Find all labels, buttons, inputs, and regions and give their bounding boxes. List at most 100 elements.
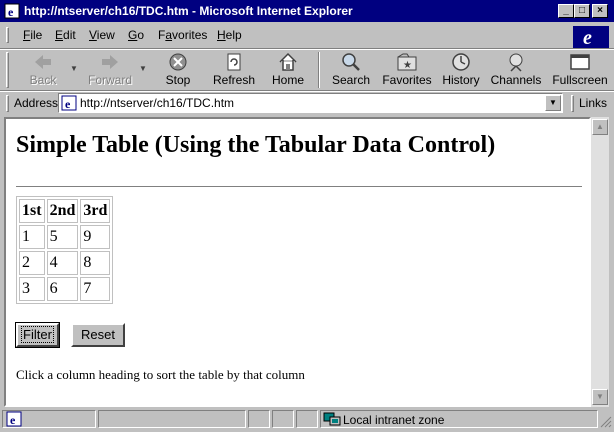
forward-dropdown-icon[interactable]: ▼	[139, 64, 147, 73]
refresh-button[interactable]: Refresh	[204, 52, 264, 92]
maximize-button[interactable]: □	[574, 4, 590, 18]
address-label: Address	[14, 96, 59, 110]
vertical-scrollbar[interactable]	[591, 117, 609, 407]
status-pane-offline	[248, 410, 270, 428]
scroll-down-arrow-icon: ▼	[596, 392, 604, 401]
menu-favorites[interactable]: Favorites	[158, 28, 207, 42]
svg-text:e: e	[65, 97, 71, 111]
column-header-1st[interactable]: 1st	[19, 199, 45, 223]
back-arrow-icon	[35, 55, 51, 69]
address-divider	[0, 90, 614, 92]
search-button[interactable]: Search	[321, 52, 381, 92]
favorites-folder-icon: ★	[397, 53, 417, 71]
table-cell: 2	[19, 251, 45, 275]
data-table: 1st 2nd 3rd 1 5 9 2 4 8 3 6 7	[16, 196, 114, 304]
menu-help[interactable]: Help	[217, 28, 242, 42]
refresh-label: Refresh	[212, 73, 256, 87]
ie-page-icon: e	[4, 3, 20, 19]
table-header-row: 1st 2nd 3rd	[19, 199, 111, 223]
back-label: Back	[29, 73, 57, 87]
page-title: Simple Table (Using the Tabular Data Con…	[16, 132, 496, 158]
scroll-up-arrow-icon: ▲	[596, 122, 604, 131]
fullscreen-button[interactable]: Fullscreen	[550, 52, 610, 92]
channels-satellite-icon	[509, 53, 523, 72]
forward-button[interactable]: Forward	[80, 52, 140, 92]
status-page-icon: e	[6, 411, 22, 427]
reset-button[interactable]: Reset	[71, 323, 125, 347]
address-dropdown-button[interactable]: ▼	[545, 95, 561, 111]
back-button[interactable]: Back	[13, 52, 73, 92]
status-pane-extra	[296, 410, 318, 428]
column-header-3rd[interactable]: 3rd	[80, 199, 111, 223]
favorites-label: Favorites	[382, 73, 432, 87]
table-cell: 5	[46, 225, 79, 249]
back-dropdown-icon[interactable]: ▼	[70, 64, 78, 73]
close-button[interactable]: ×	[592, 4, 608, 18]
table-cell: 9	[80, 225, 111, 249]
sort-instruction-text: Click a column heading to sort the table…	[16, 367, 305, 382]
history-label: History	[442, 73, 480, 87]
toolbar-separator	[318, 52, 320, 88]
title-bar[interactable]: e http://ntserver/ch16/TDC.htm - Microso…	[0, 0, 614, 22]
menu-view[interactable]: View	[89, 28, 115, 42]
refresh-icon	[227, 53, 241, 71]
minimize-button[interactable]: _	[558, 4, 574, 18]
horizontal-rule	[16, 186, 582, 188]
history-icon	[452, 53, 470, 71]
table-cell: 1	[19, 225, 45, 249]
menu-grip	[6, 27, 9, 43]
search-icon	[342, 53, 360, 71]
ie-throbber-logo: e	[573, 26, 609, 49]
history-button[interactable]: History	[431, 52, 491, 92]
home-button[interactable]: Home	[258, 52, 318, 92]
forward-arrow-icon	[102, 55, 118, 69]
table-cell: 6	[46, 277, 79, 301]
table-row: 2 4 8	[19, 251, 111, 275]
menu-edit[interactable]: Edit	[55, 28, 76, 42]
address-grip	[6, 95, 9, 112]
ie-logo-icon: e	[573, 26, 609, 49]
resize-grip[interactable]	[600, 416, 612, 428]
fullscreen-icon	[570, 54, 590, 70]
table-row: 1 5 9	[19, 225, 111, 249]
links-grip	[571, 95, 574, 112]
column-header-2nd[interactable]: 2nd	[46, 199, 79, 223]
svg-text:e: e	[10, 413, 16, 427]
window-title: http://ntserver/ch16/TDC.htm - Microsoft…	[24, 4, 353, 18]
status-pane-security	[272, 410, 294, 428]
svg-text:★: ★	[403, 60, 412, 71]
scroll-up-button[interactable]: ▲	[592, 119, 608, 135]
table-cell: 8	[80, 251, 111, 275]
filter-button[interactable]: Filter	[15, 322, 60, 348]
address-url[interactable]: http://ntserver/ch16/TDC.htm	[80, 96, 234, 110]
table-cell: 4	[46, 251, 79, 275]
status-pane-progress	[98, 410, 246, 428]
svg-text:e: e	[583, 27, 592, 48]
resize-grip-icon	[600, 416, 612, 428]
forward-label: Forward	[87, 73, 132, 87]
scroll-down-button[interactable]: ▼	[592, 389, 608, 405]
favorites-button[interactable]: ★ Favorites	[377, 52, 437, 92]
stop-icon	[169, 53, 187, 71]
menu-go[interactable]: Go	[128, 28, 144, 42]
security-zone-label: Local intranet zone	[343, 413, 445, 427]
channels-label: Channels	[490, 73, 542, 87]
table-cell: 3	[19, 277, 45, 301]
svg-text:e: e	[8, 5, 14, 19]
intranet-zone-icon	[323, 412, 341, 426]
toolbar-grip	[6, 52, 9, 88]
fullscreen-label: Fullscreen	[552, 73, 608, 87]
chevron-down-icon: ▼	[549, 98, 557, 107]
channels-button[interactable]: Channels	[486, 52, 546, 92]
toolbar-divider	[0, 48, 614, 50]
table-cell: 7	[80, 277, 111, 301]
home-label: Home	[271, 73, 304, 87]
stop-label: Stop	[165, 73, 191, 87]
stop-button[interactable]: Stop	[148, 52, 208, 92]
table-row: 3 6 7	[19, 277, 111, 301]
page-icon: e	[61, 95, 77, 111]
links-button[interactable]: Links	[579, 96, 607, 110]
search-label: Search	[331, 73, 371, 87]
home-icon	[279, 52, 297, 71]
menu-file[interactable]: File	[23, 28, 42, 42]
